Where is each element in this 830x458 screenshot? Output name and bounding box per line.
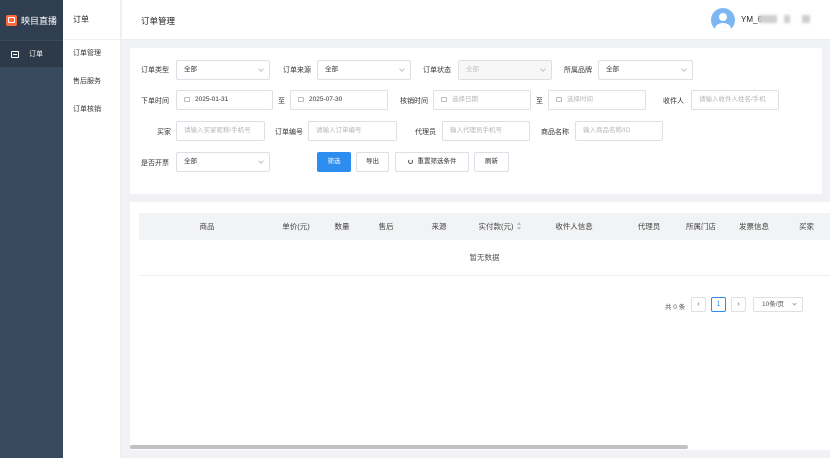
chevron-down-icon (792, 301, 797, 306)
order-status-label: 订单状态 (423, 67, 451, 74)
order-time-end-value: 2025-07-30 (309, 96, 343, 103)
brand-logo[interactable]: 映目直播 (0, 0, 63, 40)
calendar-icon (556, 97, 562, 102)
invoice-label: 是否开票 (141, 160, 169, 167)
range-separator: 至 (536, 98, 543, 105)
masked-username (784, 15, 790, 23)
subnav-item-order-management[interactable]: 订单管理 (63, 40, 120, 68)
chevron-down-icon (540, 66, 546, 72)
pagination-total: 共 0 条 (665, 304, 686, 311)
invoice-select[interactable]: 全部 (176, 152, 270, 172)
calendar-icon (298, 97, 304, 102)
sidebar-item-label: 订单 (29, 51, 43, 58)
order-time-end-input[interactable]: 2025-07-30 (290, 90, 388, 110)
subnav-item-after-sales[interactable]: 售后服务 (63, 68, 120, 96)
table-header: 商品 单价(元) 数量 售后 来源 实付款(元) 收件人信息 代理员 所属门店 … (139, 213, 830, 240)
brand-value: 全部 (606, 66, 619, 73)
chevron-down-icon (681, 66, 687, 72)
chevron-down-icon (399, 66, 405, 72)
receiver-input[interactable]: 请输入收件人姓名/手机 (691, 90, 779, 110)
column-header-receiver-info: 收件人信息 (555, 222, 593, 231)
verify-time-start-input[interactable]: 选择日期 (433, 90, 531, 110)
agent-input[interactable]: 输入代理员手机号 (442, 121, 530, 141)
order-time-label: 下单时间 (141, 98, 169, 105)
chevron-down-icon (258, 158, 264, 164)
order-source-label: 订单来源 (283, 67, 311, 74)
buyer-input[interactable]: 请输入买家昵称/手机号 (176, 121, 265, 141)
main-sidebar: 映目直播 订单 (0, 0, 63, 458)
filter-button[interactable]: 筛选 (317, 152, 351, 172)
column-header-paid-amount[interactable]: 实付款(元) (474, 213, 526, 240)
page-size-select[interactable]: 10条/页 (753, 297, 803, 312)
order-source-select[interactable]: 全部 (317, 60, 411, 80)
brand-name: 映目直播 (21, 15, 58, 26)
sort-icon[interactable] (516, 222, 522, 230)
verify-time-label: 核销时间 (400, 98, 428, 105)
sub-navigation: 订单 订单管理 售后服务 订单核销 (63, 0, 121, 458)
verify-time-end-placeholder: 选择时间 (567, 96, 593, 103)
next-page-button[interactable]: › (731, 297, 746, 312)
horizontal-scrollbar[interactable] (130, 445, 688, 449)
agent-label: 代理员 (415, 129, 436, 136)
column-header-invoice-info: 发票信息 (739, 222, 769, 231)
calendar-icon (441, 97, 447, 102)
order-time-start-value: 2025-01-31 (195, 96, 229, 103)
subnav-header: 订单 (63, 0, 120, 40)
refresh-button[interactable]: 刷新 (474, 152, 509, 172)
product-name-label: 商品名称 (541, 129, 569, 136)
chevron-down-icon (258, 66, 264, 72)
reset-label: 重置筛选条件 (417, 158, 457, 165)
order-time-start-input[interactable]: 2025-01-31 (176, 90, 273, 110)
avatar[interactable] (711, 8, 735, 32)
column-header-store: 所属门店 (686, 222, 716, 231)
verify-time-end-input[interactable]: 选择时间 (548, 90, 646, 110)
order-no-input[interactable]: 请输入订单编号 (308, 121, 397, 141)
verify-time-start-placeholder: 选择日期 (452, 96, 478, 103)
buyer-label: 买家 (157, 129, 171, 136)
column-header-agent: 代理员 (637, 222, 661, 231)
masked-username (802, 15, 810, 23)
top-bar: 订单管理 YM_6 (122, 0, 830, 40)
sidebar-item-orders[interactable]: 订单 (0, 41, 63, 67)
order-source-value: 全部 (325, 66, 338, 73)
order-type-label: 订单类型 (141, 67, 169, 74)
subnav-item-order-verification[interactable]: 订单核销 (63, 96, 120, 124)
brand-select[interactable]: 全部 (598, 60, 693, 80)
orders-table-panel: 商品 单价(元) 数量 售后 来源 实付款(元) 收件人信息 代理员 所属门店 … (130, 202, 830, 450)
export-button[interactable]: 导出 (356, 152, 389, 172)
column-header-product: 商品 (199, 222, 215, 231)
empty-state: 暂无数据 (139, 240, 830, 276)
reset-icon (407, 159, 413, 164)
invoice-value: 全部 (184, 158, 197, 165)
order-status-select[interactable]: 全部 (458, 60, 552, 80)
order-icon (11, 50, 19, 58)
range-separator: 至 (278, 98, 285, 105)
column-header-unit-price: 单价(元) (282, 222, 310, 231)
product-name-input[interactable]: 输入商品名称/ID (575, 121, 663, 141)
receiver-label: 收件人 (663, 98, 684, 105)
column-header-quantity: 数量 (334, 222, 350, 231)
column-header-buyer: 买家 (799, 222, 814, 231)
page-number-button[interactable]: 1 (711, 297, 726, 312)
order-status-value: 全部 (466, 66, 479, 73)
column-header-source: 来源 (431, 222, 447, 231)
masked-username (759, 15, 777, 23)
logo-icon (6, 14, 17, 26)
filter-panel: 订单类型 全部 订单来源 全部 订单状态 全部 所属品牌 全部 下单时间 202… (130, 48, 822, 194)
paid-amount-label: 实付款(元) (478, 222, 514, 231)
page-size-value: 10条/页 (762, 301, 785, 308)
order-type-value: 全部 (184, 66, 197, 73)
prev-page-button[interactable]: ‹ (691, 297, 706, 312)
column-header-after-sales: 售后 (378, 222, 394, 231)
reset-filters-button[interactable]: 重置筛选条件 (395, 152, 469, 172)
calendar-icon (184, 97, 190, 102)
order-no-label: 订单编号 (275, 129, 303, 136)
order-type-select[interactable]: 全部 (176, 60, 270, 80)
page-title: 订单管理 (141, 16, 176, 26)
brand-label: 所属品牌 (564, 67, 592, 74)
